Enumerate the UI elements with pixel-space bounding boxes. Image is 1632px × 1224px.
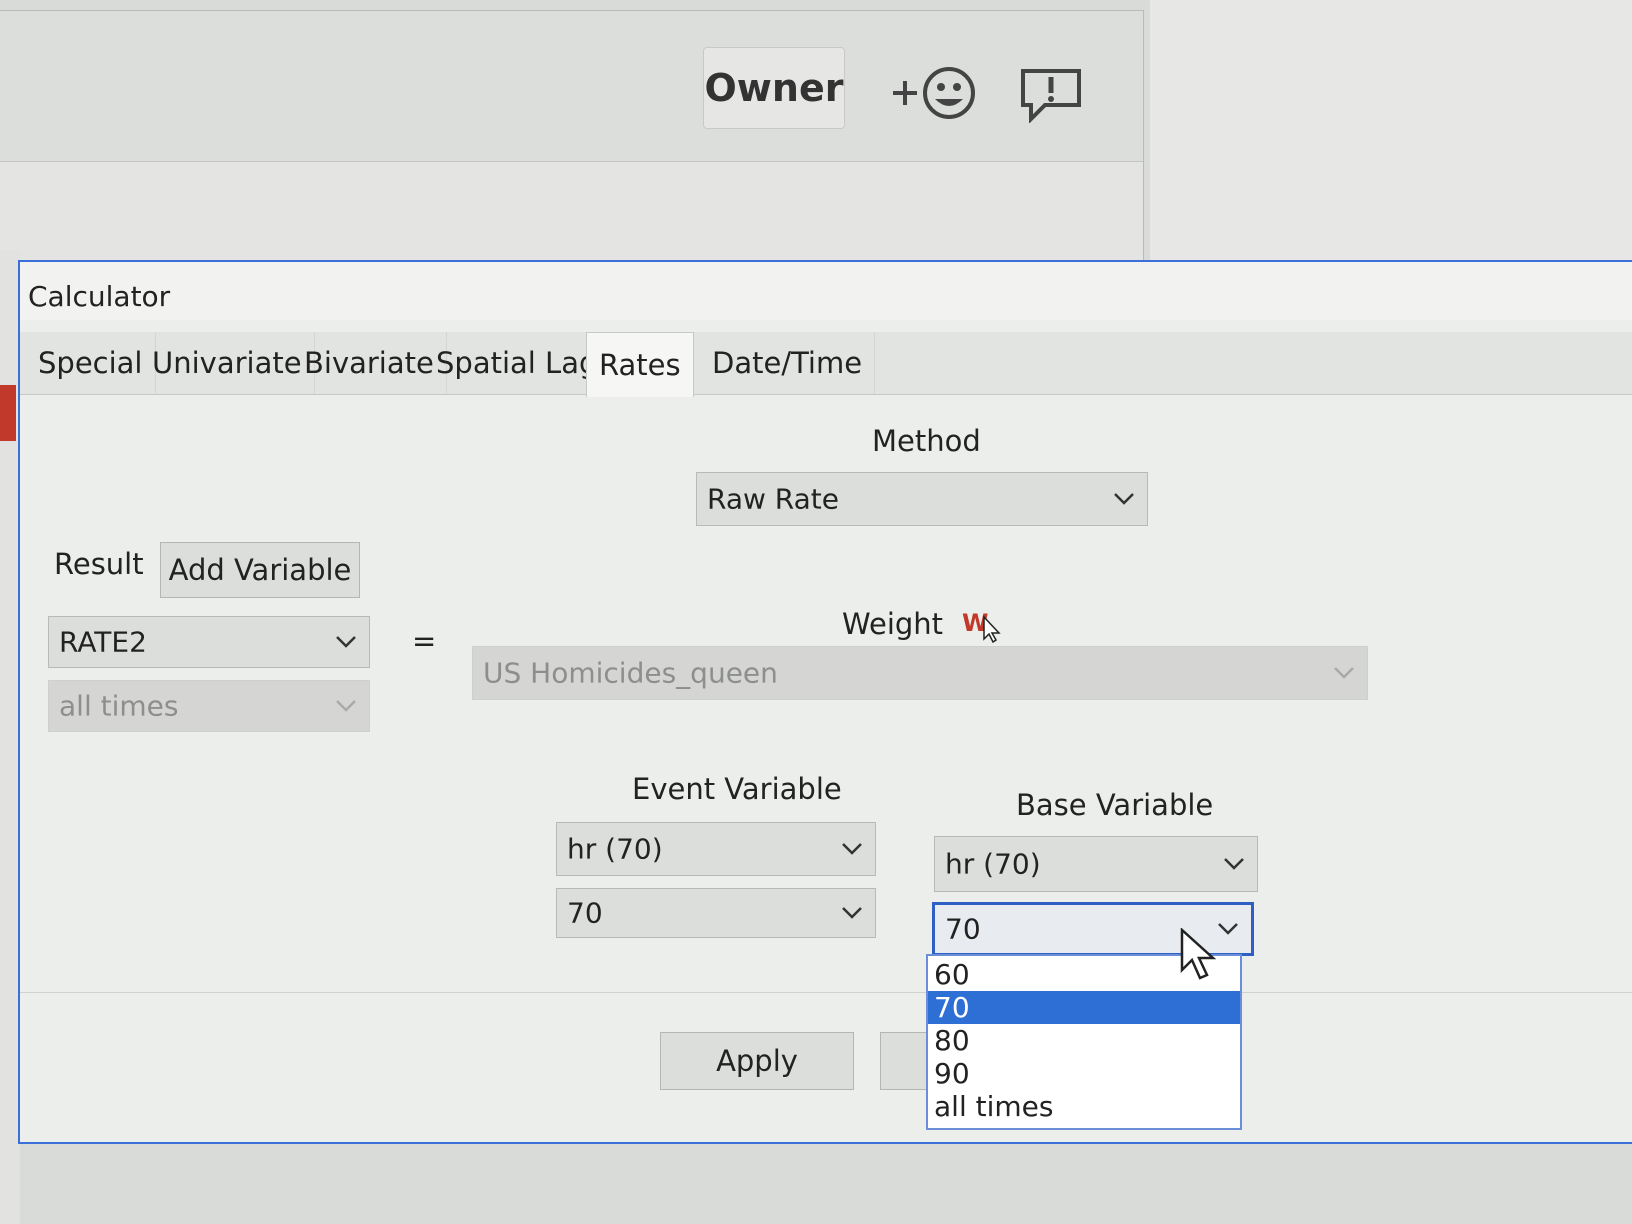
dropdown-option-all-times[interactable]: all times bbox=[928, 1090, 1240, 1123]
weights-manager-icon[interactable]: W bbox=[962, 607, 1006, 643]
apply-button[interactable]: Apply bbox=[660, 1032, 854, 1090]
feedback-icon[interactable] bbox=[1019, 67, 1083, 123]
base-time-value: 70 bbox=[945, 912, 981, 946]
tab-date-time[interactable]: Date/Time bbox=[700, 332, 876, 394]
add-emoji-icon[interactable] bbox=[891, 63, 991, 123]
result-time-select: all times bbox=[48, 680, 370, 732]
result-label: Result bbox=[54, 547, 144, 581]
weight-select: US Homicides_queen bbox=[472, 646, 1368, 700]
dropdown-option-80[interactable]: 80 bbox=[928, 1024, 1240, 1057]
dropdown-option-90[interactable]: 90 bbox=[928, 1057, 1240, 1090]
chevron-down-icon bbox=[1114, 493, 1134, 505]
tab-special[interactable]: Special bbox=[26, 332, 156, 394]
base-variable-value: hr (70) bbox=[945, 847, 1041, 881]
mouse-cursor-icon bbox=[1180, 928, 1217, 980]
chevron-down-icon bbox=[336, 636, 356, 648]
background-toolbar: Owner bbox=[0, 11, 1143, 162]
dialog-title: Calculator bbox=[28, 280, 171, 313]
result-variable-value: RATE2 bbox=[59, 625, 147, 659]
footer-divider bbox=[20, 992, 1632, 993]
dialog-titlebar: Calculator bbox=[20, 262, 1632, 320]
event-variable-select[interactable]: hr (70) bbox=[556, 822, 876, 876]
weight-label: Weight bbox=[842, 607, 944, 641]
tab-spatial-lag[interactable]: Spatial Lag bbox=[424, 332, 611, 394]
event-time-select[interactable]: 70 bbox=[556, 888, 876, 938]
chevron-down-icon bbox=[842, 907, 862, 919]
method-select[interactable]: Raw Rate bbox=[696, 472, 1148, 526]
method-value: Raw Rate bbox=[707, 482, 840, 516]
calculator-dialog: Calculator Special Univariate Bivariate … bbox=[18, 260, 1632, 1144]
chevron-down-icon bbox=[1334, 667, 1354, 679]
chevron-down-icon bbox=[336, 700, 356, 712]
weight-value: US Homicides_queen bbox=[483, 656, 778, 690]
chevron-down-icon bbox=[1218, 923, 1238, 935]
owner-button[interactable]: Owner bbox=[703, 47, 845, 129]
base-variable-label: Base Variable bbox=[1016, 788, 1214, 822]
tab-bar: Special Univariate Bivariate Spatial Lag… bbox=[20, 332, 1632, 397]
chevron-down-icon bbox=[1224, 858, 1244, 870]
result-time-value: all times bbox=[59, 689, 179, 723]
result-variable-select[interactable]: RATE2 bbox=[48, 616, 370, 668]
base-variable-select[interactable]: hr (70) bbox=[934, 836, 1258, 892]
method-label: Method bbox=[872, 424, 981, 458]
tab-rates[interactable]: Rates bbox=[586, 332, 694, 397]
chevron-down-icon bbox=[842, 843, 862, 855]
event-variable-label: Event Variable bbox=[632, 772, 842, 806]
dropdown-option-70[interactable]: 70 bbox=[928, 991, 1240, 1024]
background-red-marker bbox=[0, 385, 16, 441]
event-time-value: 70 bbox=[567, 896, 603, 930]
event-variable-value: hr (70) bbox=[567, 832, 663, 866]
equals-sign: = bbox=[412, 624, 437, 658]
tab-univariate[interactable]: Univariate bbox=[140, 332, 315, 394]
add-variable-button[interactable]: Add Variable bbox=[160, 542, 360, 598]
